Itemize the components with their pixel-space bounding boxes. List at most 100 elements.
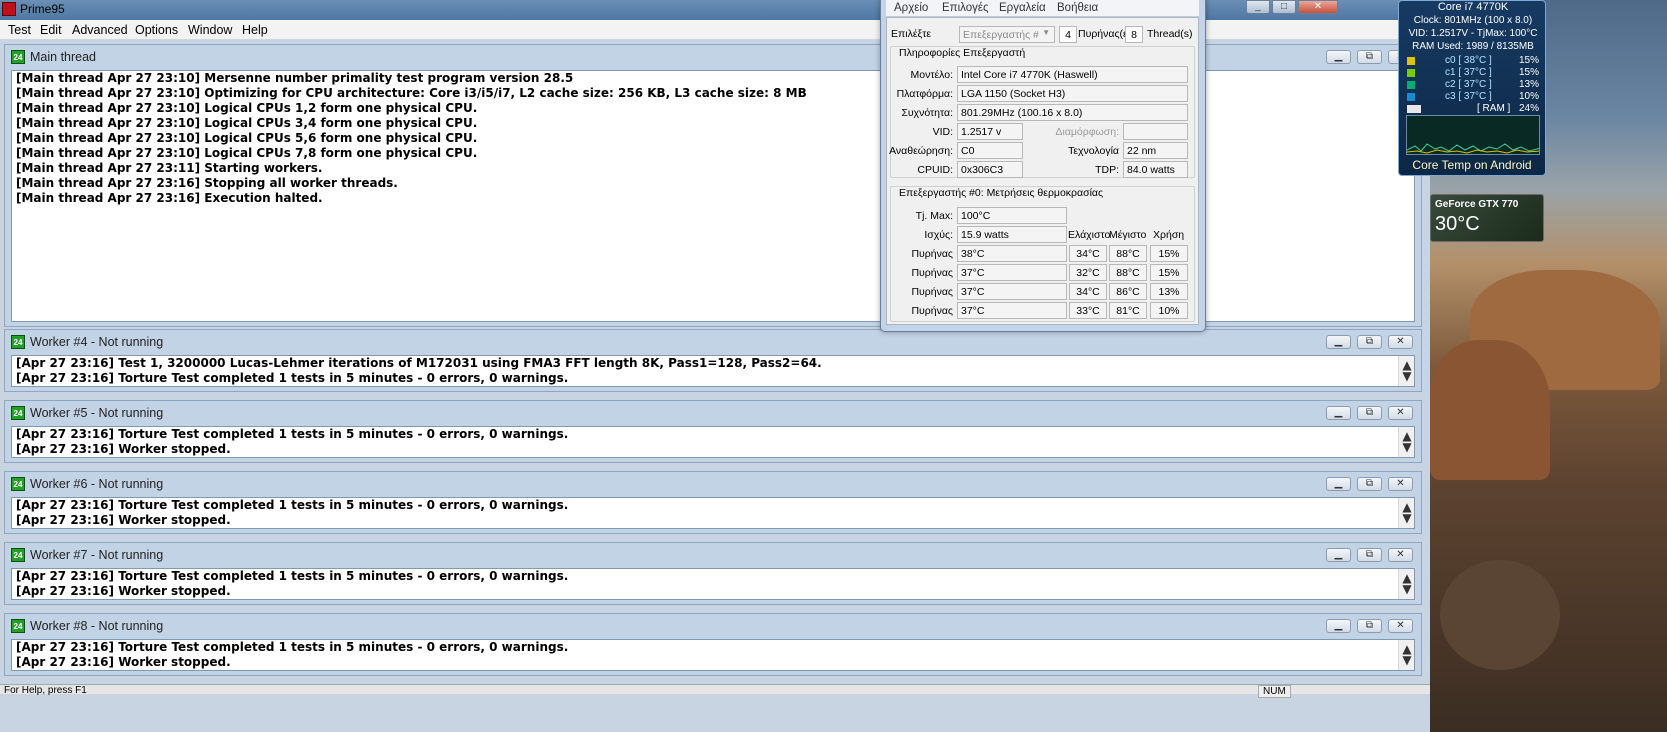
minimize-button[interactable]: ▁ xyxy=(1326,50,1351,64)
log-line: [Apr 27 23:16] Worker stopped. xyxy=(16,513,231,527)
coretemp-menu-bar: Αρχείο Επιλογές Εργαλεία Βοήθεια xyxy=(886,0,1199,17)
scrollbar[interactable]: ▲ ▼ xyxy=(1398,427,1414,457)
platform-value: LGA 1150 (Socket H3) xyxy=(957,85,1188,102)
gadget-row-label: c1 [ 37°C ] xyxy=(1445,67,1492,78)
worker-log[interactable]: [Apr 27 23:16] Torture Test completed 1 … xyxy=(11,639,1415,671)
core-use: 10% xyxy=(1150,302,1188,319)
prime95-app-icon xyxy=(2,2,16,16)
child-window-controls: ▁ ⧉ ✕ xyxy=(1326,406,1413,420)
worker-4-window: 24 Worker #4 - Not running ▁ ⧉ ✕ [Apr 27 23… xyxy=(4,329,1422,392)
gadget-row-pct: 15% xyxy=(1518,67,1539,78)
minimize-button[interactable]: ▁ xyxy=(1326,548,1351,562)
core-temp: 37°C xyxy=(957,283,1067,300)
worker-icon: 24 xyxy=(11,477,25,491)
menu-test[interactable]: Test xyxy=(8,23,31,37)
scrollbar[interactable]: ▲ ▼ xyxy=(1398,640,1414,670)
worker-log[interactable]: [Apr 27 23:16] Test 1, 3200000 Lucas-Leh… xyxy=(11,355,1415,387)
worker-log[interactable]: [Apr 27 23:16] Torture Test completed 1 … xyxy=(11,426,1415,458)
menu-options[interactable]: Options xyxy=(135,23,178,37)
core-bar xyxy=(1407,81,1415,89)
minimize-button[interactable]: _ xyxy=(1246,0,1270,14)
restore-button[interactable]: ⧉ xyxy=(1357,50,1382,64)
scroll-down-icon[interactable]: ▼ xyxy=(1399,653,1414,668)
close-button[interactable]: ✕ xyxy=(1388,548,1413,562)
log-line: [Apr 27 23:16] Worker stopped. xyxy=(16,584,231,598)
gadget-footer[interactable]: Core Temp on Android xyxy=(1398,158,1546,176)
scrollbar[interactable]: ▲ ▼ xyxy=(1398,498,1414,528)
model-label: Μοντέλο: xyxy=(910,69,953,81)
worker-title: Worker #4 - Not running xyxy=(30,335,164,349)
core-label: Πυρήνας xyxy=(911,248,953,260)
gadget-row-label: [ RAM ] xyxy=(1477,103,1511,114)
vid-label: VID: xyxy=(932,126,953,138)
window-title: Prime95 xyxy=(20,2,65,16)
worker-log[interactable]: [Apr 27 23:16] Torture Test completed 1 … xyxy=(11,497,1415,529)
restore-button[interactable]: ⧉ xyxy=(1357,406,1382,420)
minimize-button[interactable]: ▁ xyxy=(1326,406,1351,420)
log-line: [Apr 27 23:16] Torture Test completed 1 … xyxy=(16,498,569,512)
scrollbar[interactable]: ▲ ▼ xyxy=(1398,569,1414,599)
close-button[interactable]: ✕ xyxy=(1388,477,1413,491)
maximize-button[interactable]: □ xyxy=(1272,0,1296,14)
gadget-row-pct: 10% xyxy=(1518,91,1539,102)
restore-button[interactable]: ⧉ xyxy=(1357,477,1382,491)
close-button[interactable]: ✕ xyxy=(1388,619,1413,633)
worker-5-window: 24 Worker #5 - Not running ▁ ⧉ ✕ [Apr 27 23… xyxy=(4,400,1422,463)
select-label: Επιλέξτε xyxy=(891,28,932,40)
worker-log[interactable]: [Apr 27 23:16] Torture Test completed 1 … xyxy=(11,568,1415,600)
gadget-row-label: c3 [ 37°C ] xyxy=(1445,91,1492,102)
cores-label: Πυρήνας(ε xyxy=(1078,28,1128,40)
worker-titlebar: 24 Worker #8 - Not running xyxy=(11,617,163,635)
close-button[interactable]: ✕ xyxy=(1298,0,1338,14)
core-bar xyxy=(1407,93,1415,101)
restore-button[interactable]: ⧉ xyxy=(1357,619,1382,633)
minimize-button[interactable]: ▁ xyxy=(1326,477,1351,491)
ct-menu-file[interactable]: Αρχείο xyxy=(894,2,928,14)
gadget-ram: RAM Used: 1989 / 8135MB xyxy=(1412,41,1534,52)
worker-title: Worker #6 - Not running xyxy=(30,477,164,491)
restore-button[interactable]: ⧉ xyxy=(1357,548,1382,562)
ct-menu-help[interactable]: Βοήθεια xyxy=(1057,2,1098,14)
child-window-controls: ▁ ⧉ ✕ xyxy=(1326,548,1413,562)
revision-label: Αναθεώρηση: xyxy=(889,145,953,157)
ct-menu-tools[interactable]: Εργαλεία xyxy=(999,2,1046,14)
close-button[interactable]: ✕ xyxy=(1388,335,1413,349)
cpuid-value: 0x306C3 xyxy=(957,161,1023,178)
scroll-down-icon[interactable]: ▼ xyxy=(1399,511,1414,526)
menu-help[interactable]: Help xyxy=(242,23,268,37)
worker-titlebar: 24 Worker #6 - Not running xyxy=(11,475,163,493)
core-use: 15% xyxy=(1150,245,1188,262)
scroll-down-icon[interactable]: ▼ xyxy=(1399,369,1414,384)
vid-value: 1.2517 v xyxy=(957,123,1023,140)
minimize-button[interactable]: ▁ xyxy=(1326,619,1351,633)
restore-button[interactable]: ⧉ xyxy=(1357,335,1382,349)
child-window-controls: ▁ ⧉ ✕ xyxy=(1326,477,1413,491)
menu-edit[interactable]: Edit xyxy=(40,23,62,37)
technology-label: Τεχνολογία xyxy=(1068,145,1119,157)
ct-menu-options[interactable]: Επιλογές xyxy=(942,2,989,14)
worker-8-window: 24 Worker #8 - Not running ▁ ⧉ ✕ [Apr 27 23… xyxy=(4,613,1422,676)
core-max: 88°C xyxy=(1109,245,1147,262)
main-thread-window: 24 Main thread ▁ ⧉ ✕ [Main thread Apr 27… xyxy=(4,44,1422,327)
prime95-window: Prime95 _ □ ✕ Test Edit Advanced Options… xyxy=(0,0,1430,732)
menu-advanced[interactable]: Advanced xyxy=(72,23,128,37)
minimize-button[interactable]: ▁ xyxy=(1326,335,1351,349)
scroll-down-icon[interactable]: ▼ xyxy=(1399,440,1414,455)
child-window-controls: ▁ ⧉ ✕ xyxy=(1326,335,1413,349)
frequency-value: 801.29MHz (100.16 x 8.0) xyxy=(957,104,1188,121)
core-min: 34°C xyxy=(1069,283,1107,300)
menu-window[interactable]: Window xyxy=(188,23,232,37)
scrollbar[interactable]: ▲ ▼ xyxy=(1398,356,1414,386)
core-label: Πυρήνας xyxy=(911,286,953,298)
status-text: For Help, press F1 xyxy=(4,685,87,696)
gadget-clock: Clock: 801MHz (100 x 8.0) xyxy=(1413,15,1533,26)
close-button[interactable]: ✕ xyxy=(1388,406,1413,420)
worker-title: Worker #7 - Not running xyxy=(30,548,164,562)
worker-title: Worker #8 - Not running xyxy=(30,619,164,633)
processor-select[interactable]: Επεξεργαστής # ▼ xyxy=(959,26,1055,43)
gadget-row-pct: 15% xyxy=(1518,55,1539,66)
scroll-down-icon[interactable]: ▼ xyxy=(1399,582,1414,597)
main-thread-titlebar: 24 Main thread xyxy=(11,48,96,66)
log-line: [Apr 27 23:16] Torture Test completed 1 … xyxy=(16,371,569,385)
vehicle-wheel xyxy=(1440,560,1560,670)
